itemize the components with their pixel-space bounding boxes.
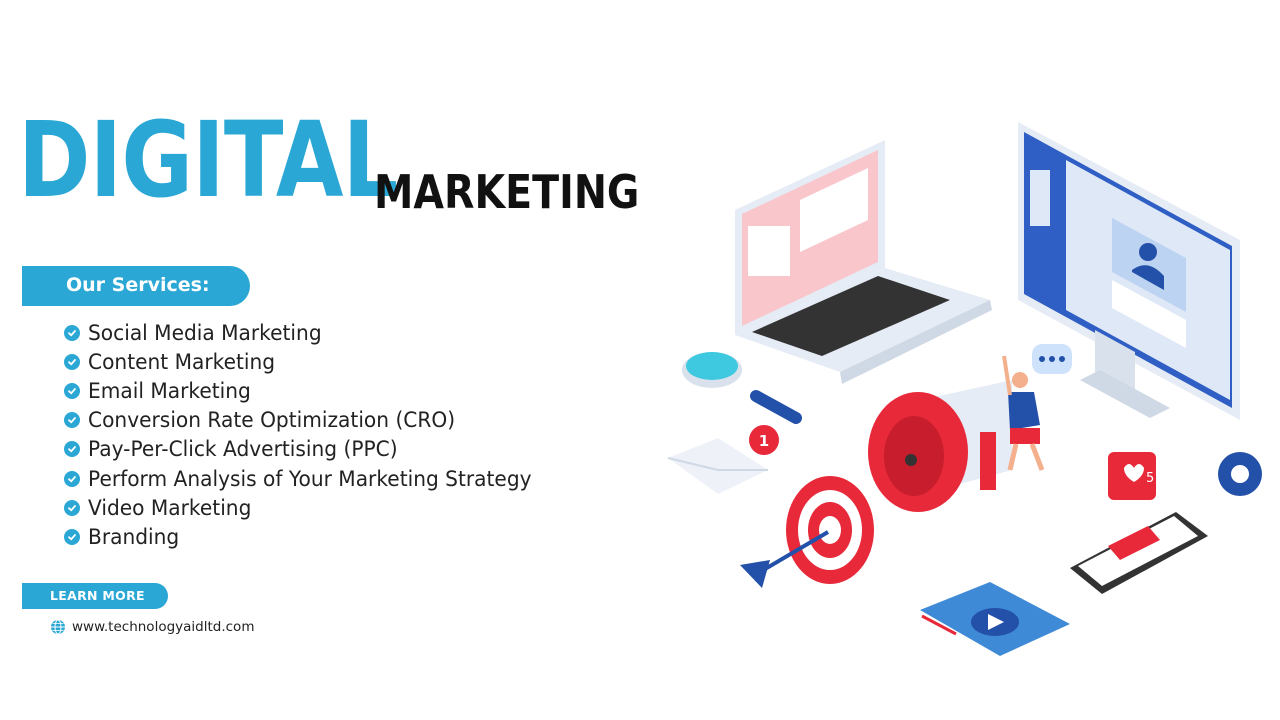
- service-label: Email Marketing: [88, 378, 251, 403]
- laptop-icon: [735, 140, 992, 384]
- services-heading: Our Services:: [66, 274, 210, 296]
- check-icon: [64, 412, 80, 429]
- list-item: Video Marketing: [64, 493, 550, 522]
- check-icon: [64, 324, 80, 341]
- target-icon: [740, 476, 874, 588]
- list-item: Conversion Rate Optimization (CRO): [64, 406, 550, 435]
- phone-icon: [1070, 512, 1208, 594]
- check-icon: [64, 470, 80, 487]
- video-player-icon: [920, 582, 1070, 656]
- headline-digital: DIGITAL: [18, 99, 398, 221]
- monitor-icon: [1018, 122, 1240, 420]
- heart-likes-icon: 5: [1108, 452, 1156, 500]
- service-label: Pay-Per-Click Advertising (PPC): [88, 437, 398, 462]
- chat-bubble-icon: [1032, 344, 1072, 374]
- service-label: Content Marketing: [88, 349, 276, 374]
- check-icon: [64, 499, 80, 516]
- check-icon: [64, 441, 80, 458]
- notification-count: 1: [759, 432, 769, 450]
- check-icon: [64, 528, 80, 545]
- service-label: Branding: [88, 524, 180, 549]
- website-link[interactable]: www.technologyaidltd.com: [50, 619, 254, 635]
- service-label: Video Marketing: [88, 495, 252, 520]
- services-heading-pill: Our Services:: [22, 266, 250, 306]
- check-icon: [64, 353, 80, 370]
- check-icon: [64, 382, 80, 399]
- list-item: Content Marketing: [64, 347, 550, 376]
- digital-marketing-illustration: 1 5: [667, 122, 1262, 656]
- website-url: www.technologyaidltd.com: [72, 619, 255, 635]
- list-item: Email Marketing: [64, 376, 550, 405]
- service-label: Conversion Rate Optimization (CRO): [88, 408, 456, 433]
- list-item: Pay-Per-Click Advertising (PPC): [64, 435, 550, 464]
- service-label: Social Media Marketing: [88, 320, 322, 345]
- list-item: Perform Analysis of Your Marketing Strat…: [64, 464, 550, 493]
- list-item: Branding: [64, 522, 550, 551]
- services-list: Social Media Marketing Content Marketing…: [64, 318, 550, 552]
- magnifier-icon: [682, 352, 802, 424]
- gear-icon: [1218, 452, 1262, 496]
- learn-more-button[interactable]: LEARN MORE: [22, 583, 168, 609]
- service-label: Perform Analysis of Your Marketing Strat…: [88, 466, 532, 491]
- headline-marketing: MARKETING: [374, 165, 640, 219]
- megaphone-icon: [868, 380, 1012, 512]
- list-item: Social Media Marketing: [64, 318, 550, 347]
- notification-badge-icon: 1: [749, 425, 779, 455]
- globe-icon: [51, 619, 65, 635]
- likes-count: 5: [1146, 471, 1154, 486]
- learn-more-label: LEARN MORE: [50, 588, 145, 603]
